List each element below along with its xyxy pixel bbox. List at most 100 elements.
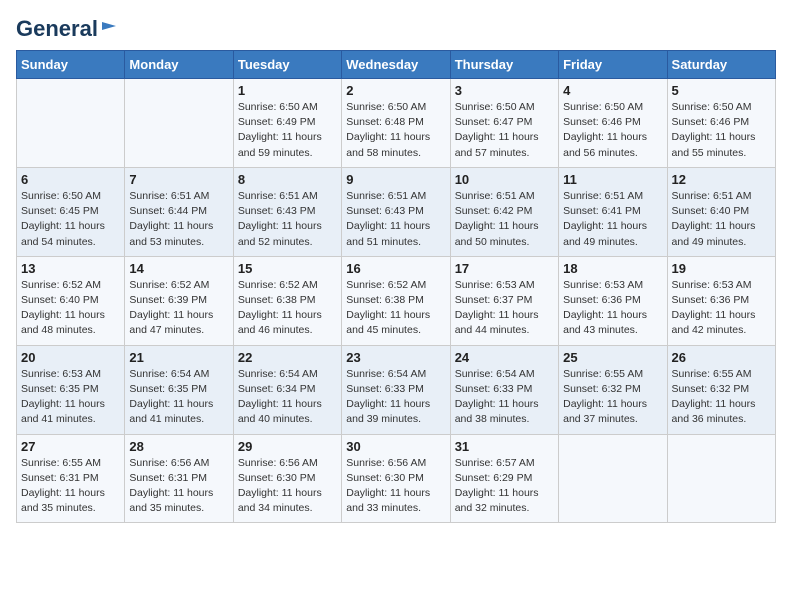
calendar-cell: 17 Sunrise: 6:53 AM Sunset: 6:37 PM Dayli… [450,256,558,345]
calendar-cell: 20Sunrise: 6:53 AM Sunset: 6:35 PM Dayli… [17,345,125,434]
day-number: 13 [21,261,120,276]
calendar-cell: 30 Sunrise: 6:56 AM Sunset: 6:30 PM Dayli… [342,434,450,523]
day-number: 17 [455,261,554,276]
header-day-tuesday: Tuesday [233,51,341,79]
week-row-2: 6 Sunrise: 6:50 AM Sunset: 6:45 PM Daylig… [17,167,776,256]
calendar-cell: 2Sunrise: 6:50 AM Sunset: 6:48 PM Daylig… [342,79,450,168]
day-info: Sunrise: 6:50 AM Sunset: 6:47 PM Dayligh… [455,100,554,161]
day-number: 20 [21,350,120,365]
week-row-5: 27 Sunrise: 6:55 AM Sunset: 6:31 PM Dayli… [17,434,776,523]
calendar-cell: 11 Sunrise: 6:51 AM Sunset: 6:41 PM Dayli… [559,167,667,256]
day-number: 14 [129,261,228,276]
calendar-cell: 5Sunrise: 6:50 AM Sunset: 6:46 PM Daylig… [667,79,775,168]
day-info: Sunrise: 6:55 AM Sunset: 6:32 PM Dayligh… [672,367,771,428]
day-number: 15 [238,261,337,276]
day-number: 18 [563,261,662,276]
day-info: Sunrise: 6:51 AM Sunset: 6:42 PM Dayligh… [455,189,554,250]
calendar-cell: 3 Sunrise: 6:50 AM Sunset: 6:47 PM Daylig… [450,79,558,168]
calendar-cell: 19 Sunrise: 6:53 AM Sunset: 6:36 PM Dayli… [667,256,775,345]
day-number: 23 [346,350,445,365]
calendar-cell: 21Sunrise: 6:54 AM Sunset: 6:35 PM Dayli… [125,345,233,434]
day-number: 6 [21,172,120,187]
day-number: 25 [563,350,662,365]
day-number: 12 [672,172,771,187]
calendar-cell: 22 Sunrise: 6:54 AM Sunset: 6:34 PM Dayli… [233,345,341,434]
calendar-cell: 10Sunrise: 6:51 AM Sunset: 6:42 PM Dayli… [450,167,558,256]
day-number: 19 [672,261,771,276]
week-row-1: 1 Sunrise: 6:50 AM Sunset: 6:49 PM Daylig… [17,79,776,168]
day-number: 11 [563,172,662,187]
calendar-cell: 6 Sunrise: 6:50 AM Sunset: 6:45 PM Daylig… [17,167,125,256]
day-info: Sunrise: 6:52 AM Sunset: 6:38 PM Dayligh… [238,278,337,339]
day-number: 28 [129,439,228,454]
day-number: 27 [21,439,120,454]
calendar-cell: 8 Sunrise: 6:51 AM Sunset: 6:43 PM Daylig… [233,167,341,256]
header-day-sunday: Sunday [17,51,125,79]
week-row-4: 20Sunrise: 6:53 AM Sunset: 6:35 PM Dayli… [17,345,776,434]
logo: General [16,16,118,38]
header-day-saturday: Saturday [667,51,775,79]
header-day-thursday: Thursday [450,51,558,79]
day-number: 7 [129,172,228,187]
day-info: Sunrise: 6:54 AM Sunset: 6:35 PM Dayligh… [129,367,228,428]
day-info: Sunrise: 6:51 AM Sunset: 6:43 PM Dayligh… [346,189,445,250]
day-number: 5 [672,83,771,98]
header-row: SundayMondayTuesdayWednesdayThursdayFrid… [17,51,776,79]
week-row-3: 13Sunrise: 6:52 AM Sunset: 6:40 PM Dayli… [17,256,776,345]
header-day-monday: Monday [125,51,233,79]
day-info: Sunrise: 6:50 AM Sunset: 6:49 PM Dayligh… [238,100,337,161]
day-info: Sunrise: 6:55 AM Sunset: 6:32 PM Dayligh… [563,367,662,428]
day-number: 31 [455,439,554,454]
day-info: Sunrise: 6:53 AM Sunset: 6:37 PM Dayligh… [455,278,554,339]
day-info: Sunrise: 6:57 AM Sunset: 6:29 PM Dayligh… [455,456,554,517]
day-number: 1 [238,83,337,98]
day-info: Sunrise: 6:51 AM Sunset: 6:40 PM Dayligh… [672,189,771,250]
calendar-cell: 12 Sunrise: 6:51 AM Sunset: 6:40 PM Dayli… [667,167,775,256]
day-info: Sunrise: 6:53 AM Sunset: 6:36 PM Dayligh… [672,278,771,339]
calendar-cell: 14 Sunrise: 6:52 AM Sunset: 6:39 PM Dayli… [125,256,233,345]
day-number: 24 [455,350,554,365]
calendar-cell: 13Sunrise: 6:52 AM Sunset: 6:40 PM Dayli… [17,256,125,345]
day-info: Sunrise: 6:52 AM Sunset: 6:39 PM Dayligh… [129,278,228,339]
day-number: 29 [238,439,337,454]
day-number: 26 [672,350,771,365]
day-info: Sunrise: 6:56 AM Sunset: 6:31 PM Dayligh… [129,456,228,517]
calendar-cell [17,79,125,168]
day-info: Sunrise: 6:51 AM Sunset: 6:44 PM Dayligh… [129,189,228,250]
day-number: 8 [238,172,337,187]
calendar-cell [667,434,775,523]
calendar-cell: 16 Sunrise: 6:52 AM Sunset: 6:38 PM Dayli… [342,256,450,345]
day-info: Sunrise: 6:54 AM Sunset: 6:34 PM Dayligh… [238,367,337,428]
calendar-cell: 15 Sunrise: 6:52 AM Sunset: 6:38 PM Dayli… [233,256,341,345]
day-number: 16 [346,261,445,276]
day-info: Sunrise: 6:50 AM Sunset: 6:46 PM Dayligh… [563,100,662,161]
page-header: General [16,16,776,38]
calendar-cell: 23Sunrise: 6:54 AM Sunset: 6:33 PM Dayli… [342,345,450,434]
day-info: Sunrise: 6:52 AM Sunset: 6:38 PM Dayligh… [346,278,445,339]
header-day-wednesday: Wednesday [342,51,450,79]
day-number: 4 [563,83,662,98]
calendar-cell: 18 Sunrise: 6:53 AM Sunset: 6:36 PM Dayli… [559,256,667,345]
day-info: Sunrise: 6:56 AM Sunset: 6:30 PM Dayligh… [346,456,445,517]
calendar-cell: 26 Sunrise: 6:55 AM Sunset: 6:32 PM Dayli… [667,345,775,434]
calendar-cell [125,79,233,168]
calendar-cell: 24Sunrise: 6:54 AM Sunset: 6:33 PM Dayli… [450,345,558,434]
day-number: 9 [346,172,445,187]
day-info: Sunrise: 6:51 AM Sunset: 6:43 PM Dayligh… [238,189,337,250]
day-number: 3 [455,83,554,98]
day-info: Sunrise: 6:50 AM Sunset: 6:48 PM Dayligh… [346,100,445,161]
day-number: 22 [238,350,337,365]
calendar-cell: 9 Sunrise: 6:51 AM Sunset: 6:43 PM Daylig… [342,167,450,256]
day-info: Sunrise: 6:51 AM Sunset: 6:41 PM Dayligh… [563,189,662,250]
day-info: Sunrise: 6:50 AM Sunset: 6:45 PM Dayligh… [21,189,120,250]
day-number: 30 [346,439,445,454]
calendar-cell: 25 Sunrise: 6:55 AM Sunset: 6:32 PM Dayli… [559,345,667,434]
calendar-cell: 27 Sunrise: 6:55 AM Sunset: 6:31 PM Dayli… [17,434,125,523]
logo-general: General [16,16,98,42]
calendar-cell: 31 Sunrise: 6:57 AM Sunset: 6:29 PM Dayli… [450,434,558,523]
day-info: Sunrise: 6:55 AM Sunset: 6:31 PM Dayligh… [21,456,120,517]
day-info: Sunrise: 6:53 AM Sunset: 6:36 PM Dayligh… [563,278,662,339]
calendar-table: SundayMondayTuesdayWednesdayThursdayFrid… [16,50,776,523]
calendar-cell: 7 Sunrise: 6:51 AM Sunset: 6:44 PM Daylig… [125,167,233,256]
calendar-cell [559,434,667,523]
